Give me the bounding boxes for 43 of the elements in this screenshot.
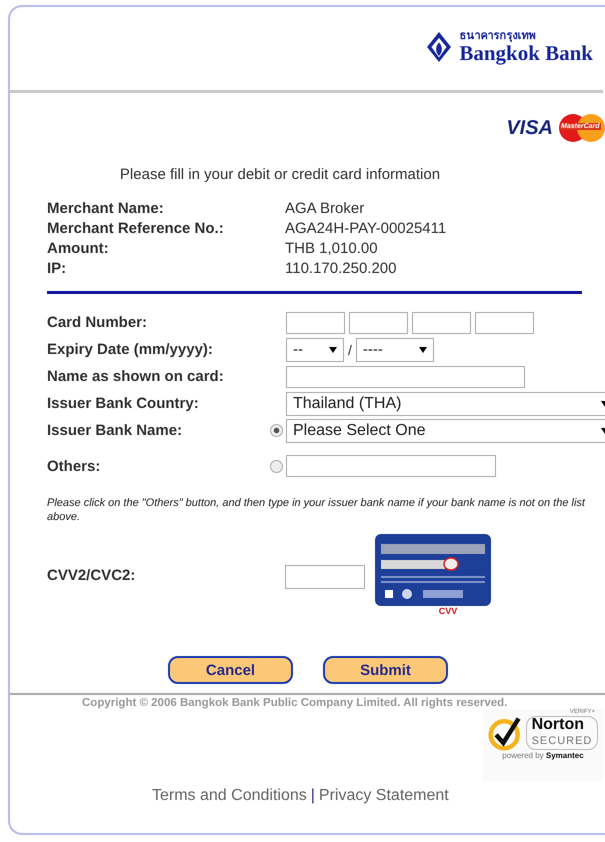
info-label: IP: bbox=[47, 259, 68, 279]
field-label: Issuer Bank Country: bbox=[47, 395, 200, 412]
copyright-text: Copyright © 2006 Bangkok Bank Public Company Limited. All rights reserved. bbox=[82, 697, 508, 709]
field-label: CVV2/CVC2: bbox=[47, 566, 136, 584]
cvv-caption: CVV bbox=[438, 606, 458, 616]
info-value: AGA24H-PAY-00025411 bbox=[285, 219, 448, 239]
footer-link[interactable]: Terms and Conditions bbox=[152, 787, 307, 805]
info-label: Amount: bbox=[47, 239, 110, 259]
cvv-input[interactable] bbox=[285, 565, 365, 589]
card-number-input[interactable] bbox=[412, 312, 471, 334]
info-label: Merchant Name: bbox=[47, 199, 165, 219]
instruction-text: Please fill in your debit or credit card information bbox=[118, 166, 442, 183]
name-input[interactable] bbox=[286, 366, 525, 388]
link-separator: | bbox=[310, 787, 315, 805]
field-label: Expiry Date (mm/yyyy): bbox=[47, 341, 214, 358]
field-label: Others: bbox=[47, 458, 102, 474]
footer-link[interactable]: Privacy Statement bbox=[318, 787, 449, 805]
others-input[interactable] bbox=[286, 455, 496, 477]
field-label: Name as shown on card: bbox=[47, 368, 225, 385]
info-value: THB 1,010.00 bbox=[285, 239, 379, 259]
dropdown-select[interactable]: Thailand (THA) bbox=[286, 392, 605, 416]
month-select[interactable]: -- bbox=[286, 338, 344, 362]
note-text: Please click on the "Others" button, and then type in your issuer bank name if your bank name is not on the list above. bbox=[47, 496, 586, 524]
field-label: Issuer Bank Name: bbox=[47, 422, 184, 439]
caret-icon bbox=[329, 346, 337, 354]
card-number-input[interactable] bbox=[349, 312, 408, 334]
bank-name: Bangkok Bank bbox=[459, 42, 593, 64]
radio-button[interactable] bbox=[270, 424, 283, 437]
info-value: AGA Broker bbox=[285, 199, 366, 219]
card-number-input[interactable] bbox=[475, 312, 534, 334]
caret-icon bbox=[418, 346, 427, 354]
card-number-input[interactable] bbox=[286, 312, 345, 334]
form-button[interactable]: Cancel bbox=[168, 656, 293, 684]
form-button[interactable]: Submit bbox=[323, 656, 448, 684]
year-select[interactable]: ---- bbox=[356, 338, 434, 362]
date-separator: / bbox=[348, 342, 352, 358]
info-label: Merchant Reference No.: bbox=[47, 219, 225, 239]
dropdown-select[interactable]: Please Select One bbox=[286, 418, 605, 442]
bank-thai-name: ธนาคารกรุงเทพ bbox=[459, 30, 536, 42]
radio-button[interactable] bbox=[270, 460, 283, 472]
info-value: 110.170.250.200 bbox=[285, 259, 398, 279]
visa-logo: VISA bbox=[506, 116, 553, 140]
field-label: Card Number: bbox=[47, 314, 148, 331]
